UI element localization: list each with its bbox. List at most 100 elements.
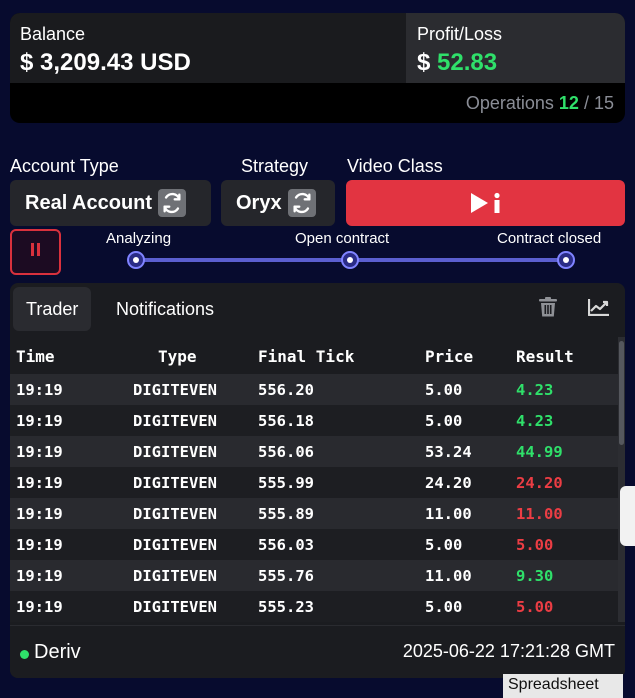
table-row: 19:19 DIGITEVEN 555.23 5.00 5.00	[10, 591, 621, 622]
table-body: 19:19 DIGITEVEN 556.20 5.00 4.23 19:19 DIGITEV…	[10, 374, 621, 622]
cell-price: 5.00	[425, 380, 463, 399]
cell-final-tick: 556.06	[258, 442, 314, 461]
operations-total: 15	[593, 93, 614, 113]
cell-final-tick: 555.23	[258, 597, 314, 616]
header-price: Price	[425, 347, 474, 366]
table-row: 19:19 DIGITEVEN 556.18 5.00 4.23	[10, 405, 621, 436]
table-header: Time Type Final Tick Price Result	[10, 336, 621, 374]
cell-result: 4.23	[516, 380, 554, 399]
cell-type: DIGITEVEN	[133, 597, 217, 616]
trash-icon[interactable]	[536, 295, 560, 319]
video-class-button[interactable]	[346, 180, 625, 226]
cell-final-tick: 555.89	[258, 504, 314, 523]
summary-card: Balance $ 3,209.43 USD Profit/Loss $ 52.…	[10, 13, 625, 123]
cell-time: 19:19	[16, 504, 63, 523]
cell-time: 19:19	[16, 411, 63, 430]
cell-price: 5.00	[425, 597, 463, 616]
header-type: Type	[158, 347, 197, 366]
cell-result: 11.00	[516, 504, 563, 523]
cell-price: 5.00	[425, 535, 463, 554]
cell-time: 19:19	[16, 380, 63, 399]
header-result: Result	[516, 347, 574, 366]
table-row: 19:19 DIGITEVEN 555.89 11.00 11.00	[10, 498, 621, 529]
balance-value: $ 3,209.43 USD	[20, 49, 191, 76]
table-row: 19:19 DIGITEVEN 555.99 24.20 24.20	[10, 467, 621, 498]
cell-time: 19:19	[16, 597, 63, 616]
step-label-analyzing: Analyzing	[106, 230, 172, 247]
cell-time: 19:19	[16, 566, 63, 585]
step-dot-analyzing	[127, 251, 145, 269]
operations-counter: Operations 12 / 15	[466, 93, 614, 114]
cell-type: DIGITEVEN	[133, 473, 217, 492]
cell-result: 44.99	[516, 442, 563, 461]
cell-type: DIGITEVEN	[133, 411, 217, 430]
chart-trend-icon[interactable]	[587, 295, 611, 319]
cell-final-tick: 555.76	[258, 566, 314, 585]
cell-final-tick: 556.18	[258, 411, 314, 430]
cell-result: 5.00	[516, 535, 554, 554]
profit-loss-box: Profit/Loss $ 52.83	[406, 13, 625, 83]
trader-panel: Trader Notifications Time Type Final Tic…	[10, 283, 625, 678]
cell-final-tick: 556.20	[258, 380, 314, 399]
cell-type: DIGITEVEN	[133, 566, 217, 585]
broker-name: Deriv	[34, 641, 81, 663]
status-footer: Deriv 2025-06-22 17:21:28 GMT	[10, 625, 625, 678]
account-type-value: Real Account	[25, 191, 153, 214]
trades-table: Time Type Final Tick Price Result 19:19 D…	[10, 336, 621, 622]
server-datetime: 2025-06-22 17:21:28 GMT	[402, 641, 615, 661]
profit-loss-amount: 52.83	[437, 49, 498, 76]
cell-result: 4.23	[516, 411, 554, 430]
strategy-label: Strategy	[241, 156, 309, 176]
cell-result: 9.30	[516, 566, 554, 585]
pause-icon	[30, 243, 42, 261]
cell-type: DIGITEVEN	[133, 535, 217, 554]
step-dot-contract-closed	[557, 251, 575, 269]
cell-final-tick: 556.03	[258, 535, 314, 554]
balance-box: Balance $ 3,209.43 USD	[10, 13, 406, 83]
play-info-icon	[470, 192, 500, 213]
account-type-label: Account Type	[10, 156, 119, 176]
table-row: 19:19 DIGITEVEN 555.76 11.00 9.30	[10, 560, 621, 591]
scrollbar-thumb[interactable]	[619, 341, 624, 445]
table-row: 19:19 DIGITEVEN 556.20 5.00 4.23	[10, 374, 621, 405]
balance-label: Balance	[20, 24, 86, 44]
pause-button[interactable]	[10, 229, 61, 275]
refresh-icon[interactable]	[158, 189, 187, 217]
connection-status-dot	[20, 650, 29, 659]
cell-type: DIGITEVEN	[133, 504, 217, 523]
cell-price: 53.24	[425, 442, 472, 461]
table-row: 19:19 DIGITEVEN 556.06 53.24 44.99	[10, 436, 621, 467]
cell-price: 11.00	[425, 566, 472, 585]
step-label-open-contract: Open contract	[295, 230, 390, 247]
tab-trader[interactable]: Trader	[13, 287, 92, 331]
cell-price: 24.20	[425, 473, 472, 492]
operations-separator: /	[578, 93, 594, 113]
header-final-tick: Final Tick	[258, 347, 355, 366]
profit-loss-value: $ 52.83	[417, 49, 497, 77]
cell-time: 19:19	[16, 535, 63, 554]
profit-loss-currency: $	[417, 49, 431, 76]
header-time: Time	[16, 347, 55, 366]
side-drawer-handle[interactable]	[620, 486, 635, 546]
account-type-selector[interactable]: Real Account	[10, 180, 211, 226]
cell-time: 19:19	[16, 473, 63, 492]
spreadsheet-tab[interactable]: Spreadsheet	[503, 674, 623, 698]
step-dot-open-contract	[341, 251, 359, 269]
strategy-selector[interactable]: Oryx	[221, 180, 335, 226]
strategy-value: Oryx	[236, 191, 282, 214]
operations-label: Operations	[465, 93, 554, 113]
operations-done: 12	[558, 93, 579, 113]
tab-notifications[interactable]: Notifications	[100, 287, 230, 331]
cell-result: 5.00	[516, 597, 554, 616]
cell-price: 11.00	[425, 504, 472, 523]
refresh-icon[interactable]	[287, 189, 316, 217]
cell-type: DIGITEVEN	[133, 442, 217, 461]
cell-time: 19:19	[16, 442, 63, 461]
table-row: 19:19 DIGITEVEN 556.03 5.00 5.00	[10, 529, 621, 560]
step-label-contract-closed: Contract closed	[497, 230, 602, 247]
cell-type: DIGITEVEN	[133, 380, 217, 399]
profit-loss-label: Profit/Loss	[417, 24, 503, 44]
cell-result: 24.20	[516, 473, 563, 492]
cell-final-tick: 555.99	[258, 473, 314, 492]
cell-price: 5.00	[425, 411, 463, 430]
